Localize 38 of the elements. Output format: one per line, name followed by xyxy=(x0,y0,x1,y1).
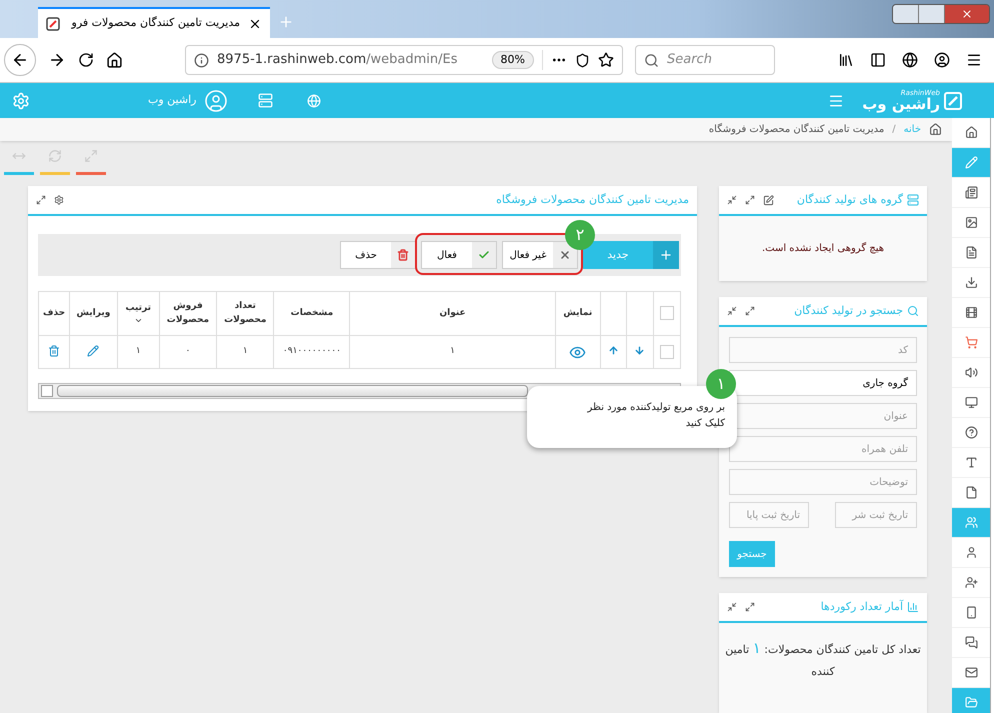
browser-tab[interactable]: مدیریت تامین کنندگان محصولات فرو xyxy=(38,7,270,38)
column-header[interactable]: ترتیب xyxy=(117,292,160,336)
zoom-badge[interactable]: 80% xyxy=(492,50,534,70)
delete-button[interactable]: حذف xyxy=(340,241,416,269)
column-header[interactable]: ویرایش xyxy=(70,292,118,336)
input-field[interactable]: کد xyxy=(729,337,917,363)
table-cell: ۱ xyxy=(350,336,556,368)
empty-message: هیچ گروهی ایجاد نشده است. xyxy=(760,241,886,256)
column-header[interactable]: حذف xyxy=(38,292,70,336)
column-header[interactable]: عنوان xyxy=(350,292,556,336)
panel-title: مدیریت تامین کنندگان محصولات فروشگاه xyxy=(496,192,689,208)
tab-title: مدیریت تامین کنندگان محصولات فرو xyxy=(70,15,240,32)
search-input[interactable]: Search xyxy=(667,50,757,70)
search-field[interactable]: Search xyxy=(635,45,775,75)
logo-text: راشین وب xyxy=(862,96,940,112)
column-header[interactable]: نمایش xyxy=(555,292,600,336)
input-field[interactable]: تلفن همراه xyxy=(729,436,917,462)
panel-title: آمار تعداد رکوردها xyxy=(820,598,903,615)
stats-text: تعداد کل تامین کنندگان محصولات: ۱ تامین کننده xyxy=(724,638,922,680)
panel-title: گروه های تولید کنندگان xyxy=(796,192,903,208)
column-header[interactable]: فروش محصولات xyxy=(159,292,217,336)
table-cell: ۰ xyxy=(159,336,217,368)
url-text: 8975-1.rashinweb.com/webadmin/Es xyxy=(217,51,458,70)
group-select[interactable]: گروه جاری xyxy=(729,370,917,396)
step-badge: ۲ xyxy=(565,220,595,250)
panel-title: جستجو در تولید کنندگان xyxy=(794,302,903,319)
breadcrumb-current: مدیریت تامین کنندگان محصولات فروشگاه xyxy=(708,122,884,137)
active-button[interactable]: فعال xyxy=(421,241,497,269)
column-header[interactable]: مشخصات xyxy=(274,292,350,336)
input-field[interactable]: توضیحات xyxy=(729,469,917,495)
table-cell: ۱ xyxy=(216,336,274,368)
column-header[interactable]: تعداد محصولات xyxy=(216,292,274,336)
address-bar[interactable]: 8975-1.rashinweb.com/webadmin/Es 80% xyxy=(185,45,623,75)
input-field[interactable]: تاریخ ثبت پایا xyxy=(729,502,809,528)
table-cell: ۱ xyxy=(117,336,160,368)
breadcrumb-separator: / xyxy=(892,123,896,137)
table-cell: ۰۹۱۰۰۰۰۰۰۰۰۰ xyxy=(274,336,350,368)
input-field[interactable]: تاریخ ثبت شر xyxy=(835,502,917,528)
